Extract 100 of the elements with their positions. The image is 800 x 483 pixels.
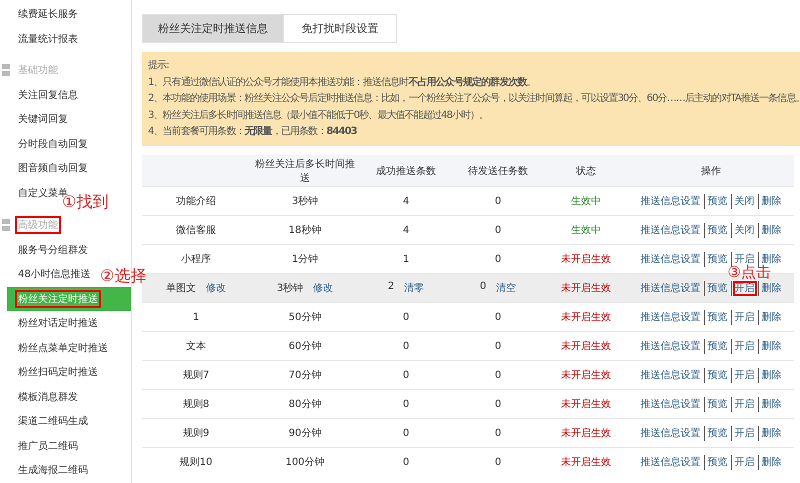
column-header: 操作 (701, 166, 721, 176)
table-cell-text: 单图文 (166, 282, 196, 295)
action-link[interactable]: 删除 (760, 338, 784, 354)
action-link[interactable]: 开启 (732, 368, 756, 382)
table-cell-text: 60分钟 (288, 340, 322, 353)
action-link[interactable]: 开启 (732, 396, 756, 412)
action-link[interactable]: 删除 (760, 222, 784, 238)
edit-link[interactable]: 清空 (496, 281, 516, 295)
action-link[interactable]: 开启 (732, 454, 756, 470)
action-link[interactable]: 推送信息设置 (638, 308, 702, 326)
sidebar-item[interactable]: 推广员二维码 (0, 434, 81, 458)
action-link[interactable]: 推送信息设置 (638, 337, 702, 355)
action-link[interactable]: 删除 (760, 280, 784, 296)
status-text: 生效中 (571, 225, 601, 236)
sidebar-item[interactable]: 关注回复信息 (0, 82, 81, 107)
sidebar-item[interactable]: 渠道二维码生成 (0, 409, 91, 434)
action-link[interactable]: 推送信息设置 (638, 366, 702, 384)
action-link[interactable]: 删除 (760, 396, 784, 412)
notice-title: 提示: (148, 59, 169, 73)
section-icon (2, 219, 10, 232)
table-cell: 0 (494, 340, 502, 352)
action-link[interactable]: 预览 (706, 426, 730, 440)
action-link[interactable]: 关闭 (732, 194, 756, 208)
action-link[interactable]: 开启 (732, 426, 756, 440)
table-cell: 0 (402, 456, 410, 468)
sidebar-item[interactable]: 生成海报二维码 (0, 458, 91, 482)
sidebar-item[interactable]: 关键词回复 (0, 107, 71, 132)
table-cell-text: 小程序 (181, 252, 211, 266)
table-cell: 0 (402, 398, 410, 410)
table-cell: 0 (494, 196, 502, 206)
action-link[interactable]: 预览 (706, 280, 730, 296)
action-link[interactable]: 开启 (732, 338, 756, 354)
table-cell-text: 功能介绍 (176, 194, 216, 208)
sidebar-item[interactable]: 粉丝点菜单定时推送 (0, 336, 111, 360)
edit-link[interactable]: 修改 (206, 281, 226, 295)
table-cell-text: 微信客服 (176, 224, 216, 237)
table-cell: 0 (494, 370, 502, 380)
sidebar-item[interactable]: 48小时信息推送 (0, 262, 94, 286)
sidebar-item[interactable]: 粉丝对话定时推送 (0, 311, 101, 336)
action-link[interactable]: 预览 (706, 310, 730, 324)
table-cell-text: 规则8 (182, 398, 210, 411)
table-cell: 4 (402, 196, 410, 206)
table-cell: 0 (494, 254, 502, 264)
sidebar-item[interactable]: 粉丝扫码定时推送 (0, 360, 101, 384)
edit-link[interactable]: 清零 (404, 281, 424, 295)
table-cell-text: 3秒钟 (292, 194, 318, 208)
table-cell: 0 (494, 428, 502, 438)
table-cell-text: 0 (480, 281, 486, 294)
action-link[interactable]: 推送信息设置 (638, 453, 702, 471)
action-link[interactable]: 预览 (706, 454, 730, 470)
table-cell: 1 (192, 312, 200, 322)
action-link[interactable]: 删除 (760, 426, 784, 440)
sidebar-item[interactable]: 服务号分组群发 (0, 238, 91, 262)
action-link[interactable]: 预览 (706, 396, 730, 412)
status-text: 未开启生效 (561, 341, 611, 352)
section-title: 基础功能 (17, 64, 59, 78)
status-text: 未开启生效 (561, 283, 611, 294)
tab[interactable]: 免打扰时段设置 (284, 14, 397, 43)
table-cell-text: 规则9 (182, 427, 210, 440)
table-cell-text: 18秒钟 (288, 224, 322, 237)
action-link[interactable]: 开启 (732, 310, 756, 324)
column-header: 粉丝关注后多长时间推送 (255, 158, 355, 184)
table-cell: 0 (402, 428, 410, 438)
action-link[interactable]: 预览 (706, 194, 730, 208)
action-link[interactable]: 预览 (706, 338, 730, 354)
notice-text: 2、本功能的使用场景：粉丝关注公众号后定时推送信息：比如，一个粉丝关注了公众号，以关注时间算起，可以设置30分、60分……后主动的对TA推送一条信息。 (148, 92, 800, 106)
table-cell: 0 (494, 456, 502, 468)
action-link[interactable]: 删除 (760, 454, 784, 470)
sidebar-item[interactable]: 图音频自动回复 (0, 156, 91, 180)
action-link[interactable]: 推送信息设置 (638, 424, 702, 442)
table-cell-text: 3秒钟 (276, 282, 304, 295)
sidebar-item[interactable]: 续费延长服务 (0, 2, 81, 26)
action-link[interactable]: 预览 (706, 222, 730, 238)
sidebar-item[interactable]: 分时段自动回复 (0, 132, 91, 156)
action-link[interactable]: 推送信息设置 (638, 221, 702, 239)
action-link[interactable]: 关闭 (732, 222, 756, 238)
column-header: 待发送任务数 (468, 166, 528, 176)
table-cell-text: 规则7 (182, 369, 210, 382)
tab[interactable]: 粉丝关注定时推送信息 (142, 14, 284, 43)
action-link[interactable]: 删除 (760, 368, 784, 382)
action-link[interactable]: 推送信息设置 (638, 395, 702, 413)
table-cell: 0 (494, 224, 502, 236)
status-text: 未开启生效 (561, 254, 611, 265)
action-link[interactable]: 推送信息设置 (638, 192, 702, 210)
action-link[interactable]: 预览 (706, 368, 730, 382)
action-link[interactable]: 删除 (760, 310, 784, 324)
sidebar-item[interactable]: 流量统计报表 (0, 26, 81, 51)
action-link[interactable]: 预览 (706, 252, 730, 266)
sidebar-item[interactable]: 模板消息群发 (0, 384, 81, 409)
action-link[interactable]: 删除 (760, 252, 784, 266)
table-cell: 0 (402, 312, 410, 322)
table-cell-text: 规则10 (180, 456, 212, 469)
edit-link[interactable]: 修改 (313, 281, 334, 295)
action-link[interactable]: 开启 (732, 252, 756, 266)
action-link[interactable]: 推送信息设置 (638, 250, 702, 268)
table-cell-text: 90分钟 (288, 426, 322, 440)
action-link[interactable]: 推送信息设置 (638, 279, 702, 297)
notice-text: 4、当前套餐可用条数：无限量，已用条数：84403 (148, 124, 357, 139)
action-link[interactable]: 删除 (760, 194, 784, 208)
table-cell: 0 (494, 312, 502, 322)
